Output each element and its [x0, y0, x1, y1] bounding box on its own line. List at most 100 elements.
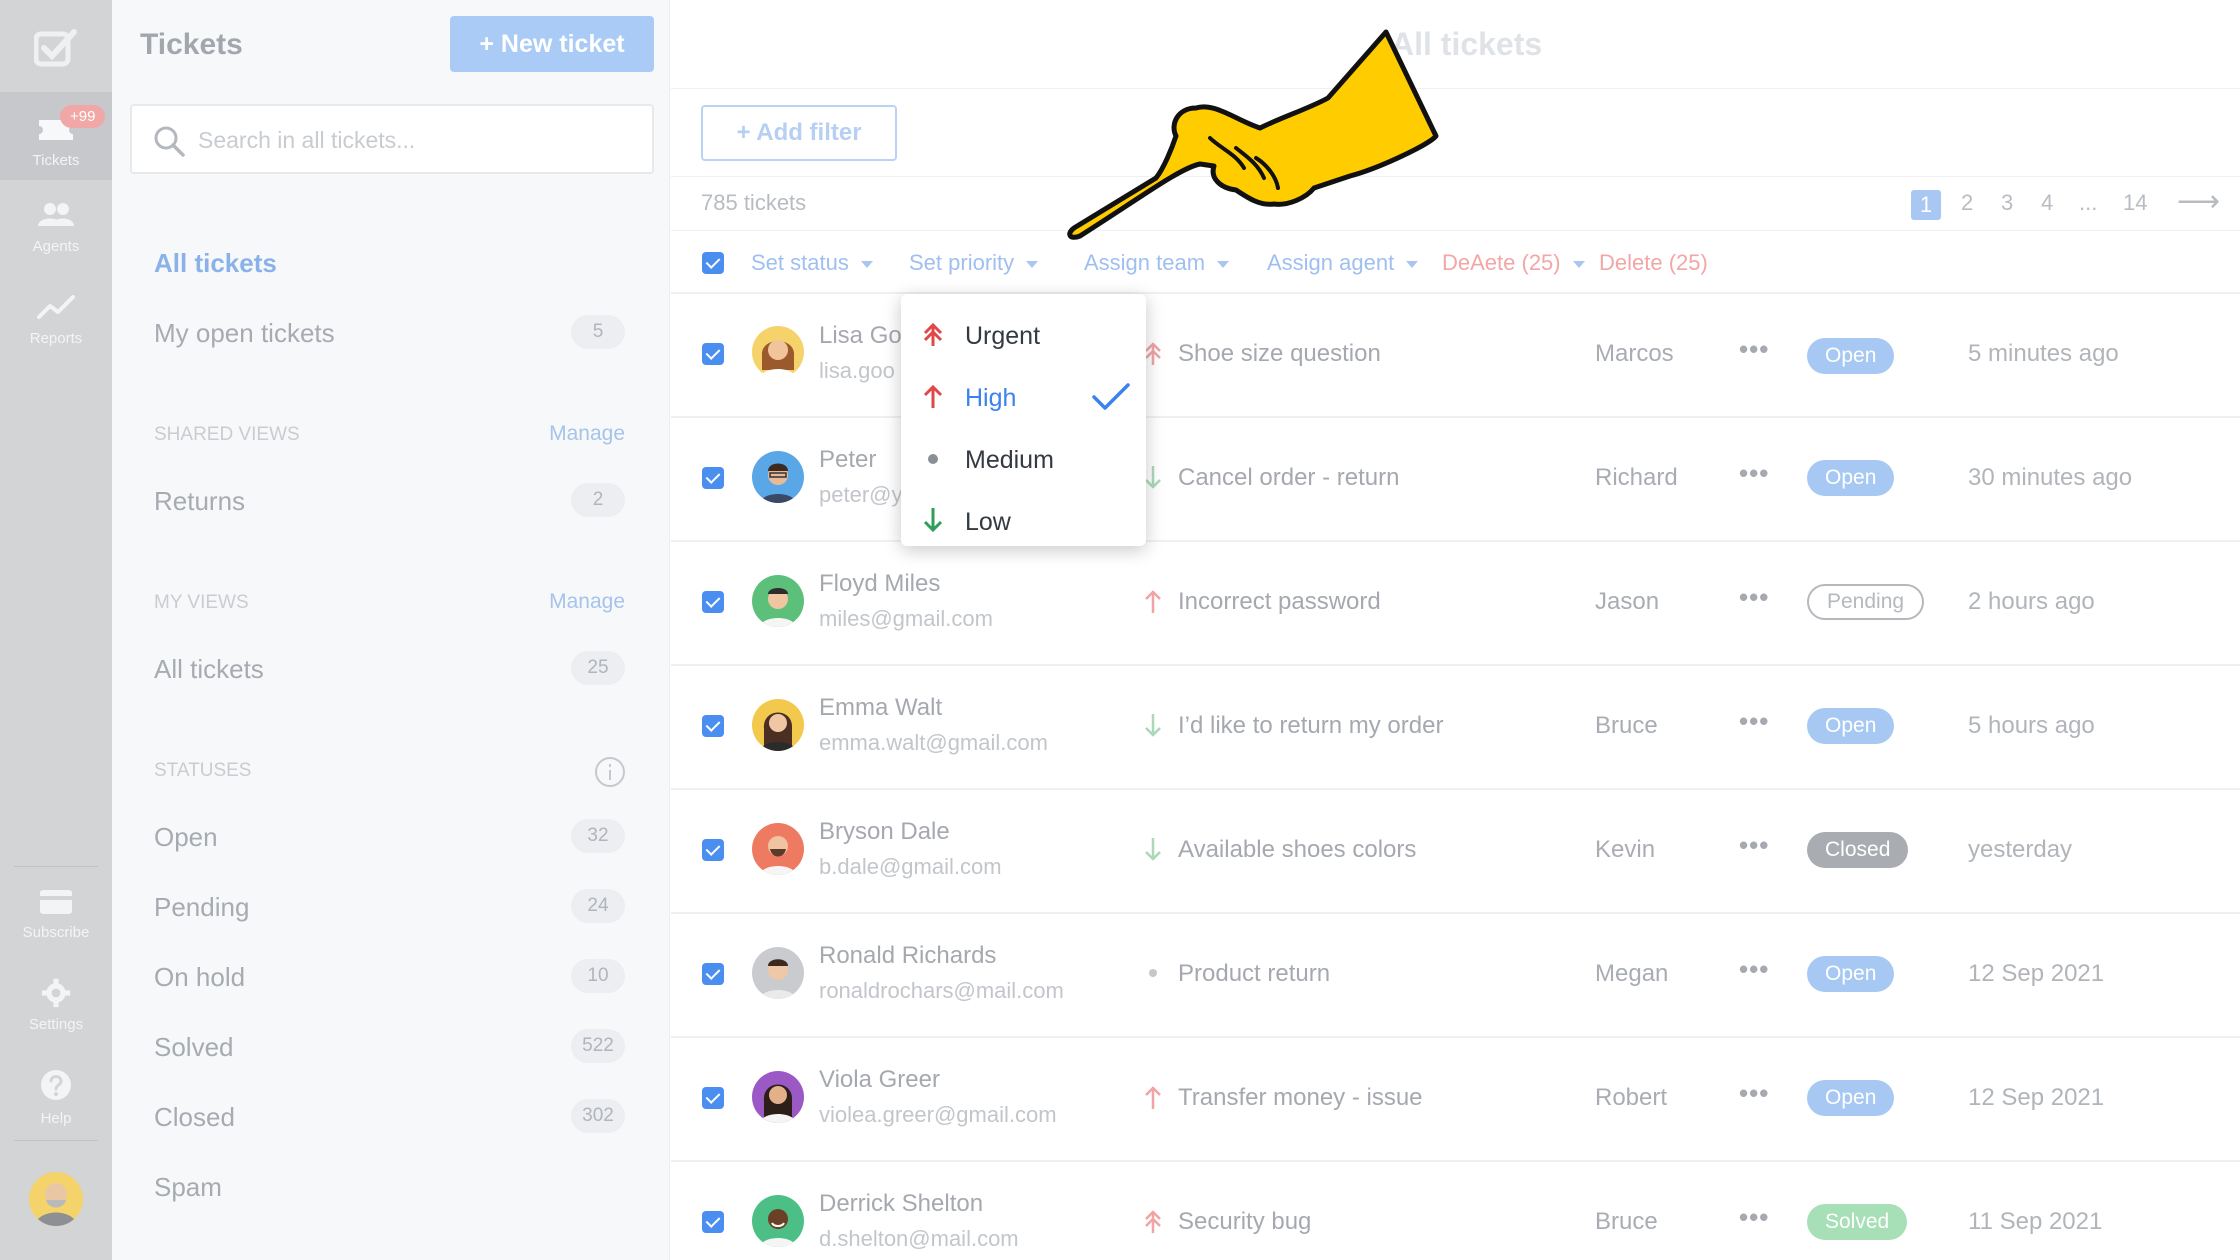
- row-checkbox[interactable]: [702, 1211, 724, 1233]
- divider: [671, 788, 2240, 790]
- rail-settings[interactable]: Settings: [0, 978, 112, 1033]
- row-checkbox[interactable]: [702, 839, 724, 861]
- ticket-subject[interactable]: Security bug: [1178, 1208, 1311, 1236]
- set-status-dropdown[interactable]: Set status: [751, 250, 873, 276]
- more-options-icon[interactable]: •••: [1739, 954, 1769, 985]
- more-options-icon[interactable]: •••: [1739, 1078, 1769, 1109]
- shared-views-heading: SHARED VIEWS: [154, 424, 300, 445]
- ticket-subject[interactable]: Incorrect password: [1178, 588, 1381, 616]
- ticket-subject[interactable]: Shoe size question: [1178, 340, 1381, 368]
- manage-shared-views-link[interactable]: Manage: [549, 422, 625, 446]
- rail-divider: [14, 1140, 98, 1141]
- more-options-icon[interactable]: •••: [1739, 334, 1769, 365]
- urgent-priority-icon: [923, 322, 943, 346]
- ticket-subject[interactable]: Transfer money - issue: [1178, 1084, 1423, 1112]
- pointing-hand-icon: [1067, 29, 1439, 240]
- priority-option-low[interactable]: Low: [901, 492, 1146, 552]
- more-options-icon[interactable]: •••: [1739, 1202, 1769, 1233]
- next-page-arrow-icon[interactable]: ⟶: [2177, 184, 2220, 219]
- info-icon[interactable]: [595, 757, 625, 787]
- rail-agents-label: Agents: [32, 238, 80, 255]
- updated-time: 5 minutes ago: [1968, 340, 2119, 367]
- customer-name: Ronald Richards: [819, 942, 997, 969]
- divider: [671, 1160, 2240, 1162]
- more-options-icon[interactable]: •••: [1739, 706, 1769, 737]
- more-options-icon[interactable]: •••: [1739, 830, 1769, 861]
- page-14-button[interactable]: 14: [2123, 190, 2147, 216]
- tickets-main: All tickets + Add filter 785 tickets 1 2…: [671, 0, 2240, 1260]
- delete-selected-button[interactable]: Delete (25): [1599, 250, 1708, 276]
- count-badge: 522: [571, 1029, 625, 1063]
- status-badge: Pending: [1807, 584, 1925, 620]
- row-checkbox[interactable]: [702, 591, 724, 613]
- customer-email: ronaldrochars@mail.com: [819, 978, 1064, 1003]
- page-ellipsis: ...: [2079, 190, 2098, 215]
- more-options-icon[interactable]: •••: [1739, 582, 1769, 613]
- sidebar-item-pending[interactable]: Pending: [154, 892, 249, 923]
- customer-name: Emma Walt: [819, 694, 943, 721]
- more-options-icon[interactable]: •••: [1739, 458, 1769, 489]
- assigned-agent: Kevin: [1595, 836, 1656, 863]
- page-2-button[interactable]: 2: [1961, 190, 1973, 216]
- search-input[interactable]: [198, 120, 628, 160]
- manage-my-views-link[interactable]: Manage: [549, 590, 625, 614]
- sidebar-item-solved[interactable]: Solved: [154, 1032, 234, 1063]
- rail-subscribe[interactable]: Subscribe: [0, 886, 112, 941]
- customer-name: Derrick Shelton: [819, 1190, 984, 1217]
- priority-option-medium[interactable]: Medium: [901, 430, 1146, 490]
- rail-reports-label: Reports: [29, 330, 83, 347]
- row-checkbox[interactable]: [702, 963, 724, 985]
- sidebar-item-returns[interactable]: Returns: [154, 486, 245, 517]
- count-badge: 302: [571, 1099, 625, 1133]
- page-3-button[interactable]: 3: [2001, 190, 2013, 216]
- priority-option-urgent[interactable]: Urgent: [901, 306, 1146, 366]
- assigned-agent: Bruce: [1595, 712, 1658, 739]
- assigned-agent: Robert: [1595, 1084, 1668, 1111]
- app-logo-icon[interactable]: [34, 28, 78, 68]
- divider: [671, 230, 2240, 231]
- ticket-subject[interactable]: Cancel order - return: [1178, 464, 1399, 492]
- status-badge: Open: [1807, 956, 1895, 992]
- medium-priority-icon: [1149, 969, 1157, 977]
- low-priority-icon: [923, 508, 943, 533]
- sidebar-item-my-all-tickets[interactable]: All tickets: [154, 654, 264, 685]
- row-checkbox[interactable]: [702, 343, 724, 365]
- page-4-button[interactable]: 4: [2041, 190, 2053, 216]
- tickets-badge: +99: [60, 105, 106, 128]
- new-ticket-button[interactable]: + New ticket: [450, 16, 654, 72]
- row-checkbox[interactable]: [702, 715, 724, 737]
- sidebar-item-closed[interactable]: Closed: [154, 1102, 235, 1133]
- set-priority-dropdown[interactable]: Set priority: [909, 250, 1039, 276]
- avatar: [752, 575, 804, 627]
- add-filter-button[interactable]: + Add filter: [701, 105, 897, 161]
- select-all-checkbox[interactable]: [702, 252, 724, 274]
- sidebar-item-open[interactable]: Open: [154, 822, 218, 853]
- sidebar-item-all-tickets[interactable]: All tickets: [154, 248, 277, 279]
- status-badge: Open: [1807, 708, 1895, 744]
- row-checkbox[interactable]: [702, 467, 724, 489]
- priority-option-label: Medium: [965, 446, 1054, 474]
- sidebar-item-spam[interactable]: Spam: [154, 1172, 222, 1203]
- avatar: [752, 1071, 804, 1123]
- divider: [671, 664, 2240, 666]
- rail-reports[interactable]: Reports: [0, 292, 112, 347]
- page-1-button[interactable]: 1: [1911, 190, 1941, 220]
- rail-tickets-label: Tickets: [32, 152, 80, 169]
- row-checkbox[interactable]: [702, 1087, 724, 1109]
- count-badge: 24: [571, 889, 625, 923]
- user-avatar[interactable]: [29, 1172, 83, 1226]
- ticket-subject[interactable]: Available shoes colors: [1178, 836, 1416, 864]
- customer-email: b.dale@gmail.com: [819, 854, 1002, 879]
- customer-email: d.shelton@mail.com: [819, 1226, 1019, 1251]
- sidebar-item-on-hold[interactable]: On hold: [154, 962, 245, 993]
- ticket-subject[interactable]: Product return: [1178, 960, 1330, 988]
- priority-option-high[interactable]: High: [901, 368, 1146, 428]
- rail-agents[interactable]: Agents: [0, 200, 112, 255]
- reports-icon: [37, 295, 75, 319]
- overlapping-action-label[interactable]: DeAete (25): [1442, 250, 1585, 276]
- ticket-subject[interactable]: I’d like to return my order: [1178, 712, 1443, 740]
- low-priority-icon: [1145, 714, 1161, 737]
- sidebar-item-my-open-tickets[interactable]: My open tickets: [154, 318, 335, 349]
- rail-help[interactable]: Help: [0, 1068, 112, 1127]
- customer-name: Viola Greer: [819, 1066, 940, 1093]
